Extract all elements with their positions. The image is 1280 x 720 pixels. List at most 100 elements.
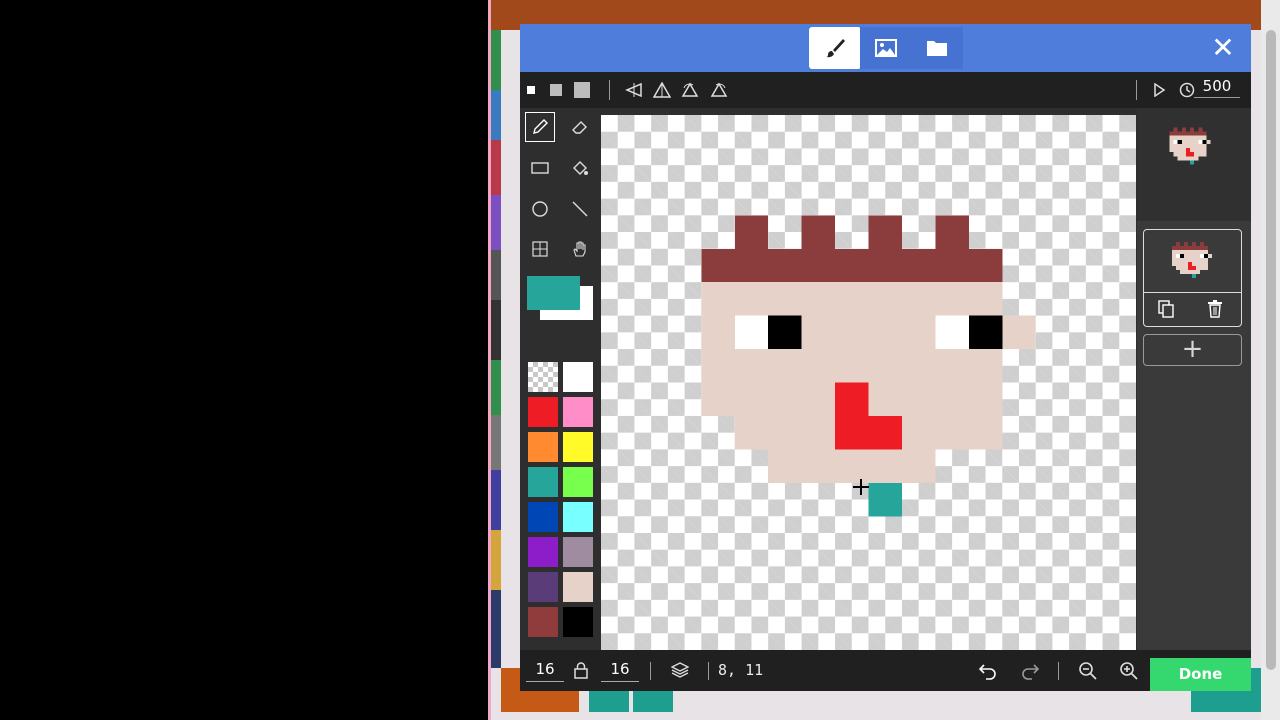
scrollbar-thumb[interactable] xyxy=(1266,30,1276,670)
tab-gallery[interactable] xyxy=(860,27,912,69)
canvas-width-input[interactable]: 16 xyxy=(526,658,564,682)
palette-swatch[interactable] xyxy=(563,502,593,532)
sprite-pixel xyxy=(1184,254,1188,258)
sprite-pixel xyxy=(1180,266,1184,270)
animation-preview xyxy=(1137,108,1251,221)
sprite-pixel xyxy=(868,415,902,450)
sprite-pixel xyxy=(1002,315,1036,350)
sprite-pixel xyxy=(1204,250,1208,254)
pan-tool[interactable] xyxy=(565,234,595,264)
primary-color[interactable] xyxy=(527,276,580,310)
sprite-pixel xyxy=(1190,156,1195,161)
copy-icon[interactable] xyxy=(1158,300,1176,318)
frame-1[interactable] xyxy=(1143,229,1242,327)
sprite-pixel xyxy=(1184,266,1188,270)
palette-swatch[interactable] xyxy=(528,467,558,497)
sprite-pixel xyxy=(801,248,836,283)
palette-swatch[interactable] xyxy=(563,607,593,637)
sprite-pixel xyxy=(1198,131,1203,136)
add-frame-button[interactable]: + xyxy=(1143,334,1242,366)
tab-assets[interactable] xyxy=(911,27,963,69)
sprite-pixel xyxy=(1184,242,1188,246)
sprite-pixel xyxy=(1185,139,1190,144)
sprite-pixel xyxy=(1198,143,1203,148)
undo-icon[interactable] xyxy=(978,661,998,681)
close-icon[interactable]: ✕ xyxy=(1208,34,1238,64)
palette-swatch[interactable] xyxy=(528,397,558,427)
editor-bottom-bar: 16 16 8, 11 Done xyxy=(520,650,1251,691)
palette-swatch[interactable] xyxy=(563,537,593,567)
sprite-pixel xyxy=(1204,246,1208,250)
sprite-pixel xyxy=(1181,135,1186,140)
palette-swatch[interactable] xyxy=(563,572,593,602)
pencil-tool[interactable] xyxy=(525,112,555,142)
sprite-pixel xyxy=(935,215,969,249)
sprite-pixel xyxy=(1202,131,1207,136)
sprite-pixel xyxy=(734,415,769,450)
palette-swatch[interactable] xyxy=(528,502,558,532)
sprite-pixel xyxy=(1185,152,1190,157)
brush-size-medium[interactable] xyxy=(545,80,567,100)
sprite-pixel xyxy=(768,382,802,416)
sprite-pixel xyxy=(1173,135,1178,140)
layers-icon[interactable] xyxy=(670,661,690,679)
rotate-ccw-icon[interactable] xyxy=(679,80,701,100)
sprite-pixel xyxy=(1185,135,1190,140)
lock-icon[interactable] xyxy=(574,662,590,680)
trash-icon[interactable] xyxy=(1207,300,1225,318)
palette-swatch[interactable] xyxy=(563,362,593,392)
palette-swatch[interactable] xyxy=(563,397,593,427)
sprite-pixel xyxy=(1192,266,1196,270)
palette-swatch[interactable] xyxy=(528,362,558,392)
sprite-pixel xyxy=(1176,258,1180,262)
sprite-pixel xyxy=(1190,135,1195,140)
sprite-pixel xyxy=(1184,258,1188,262)
frame-delay-input[interactable]: 500 xyxy=(1194,74,1240,98)
fill-tool[interactable] xyxy=(565,153,595,183)
line-tool[interactable] xyxy=(565,194,595,224)
brush-size-small[interactable] xyxy=(520,80,542,100)
sprite-pixel xyxy=(868,449,902,483)
rectangle-tool[interactable] xyxy=(525,153,555,183)
palette-swatch[interactable] xyxy=(563,467,593,497)
sprite-pixel xyxy=(835,248,869,283)
sprite-pixel xyxy=(1172,262,1176,266)
sprite-pixel xyxy=(1181,156,1186,161)
brush-size-large[interactable] xyxy=(571,80,593,100)
tab-paint[interactable] xyxy=(809,27,861,69)
zoom-in-icon[interactable] xyxy=(1119,661,1139,681)
sprite-pixel xyxy=(701,382,735,416)
rotate-cw-icon[interactable] xyxy=(708,80,730,100)
palette-swatch[interactable] xyxy=(528,432,558,462)
flip-vertical-icon[interactable] xyxy=(651,80,673,100)
sprite-pixel xyxy=(868,349,902,383)
redo-icon[interactable] xyxy=(1020,661,1040,681)
folder-icon xyxy=(927,41,947,56)
flip-horizontal-icon[interactable] xyxy=(623,80,645,100)
sprite-pixel xyxy=(1180,258,1184,262)
sprite-pixel xyxy=(1188,254,1192,258)
sprite-pixel xyxy=(1181,127,1186,132)
sprite-pixel xyxy=(835,449,869,483)
sprite-pixel xyxy=(835,349,869,383)
sprite-pixel xyxy=(1194,131,1199,136)
palette-swatch[interactable] xyxy=(563,432,593,462)
drawing-canvas[interactable] xyxy=(601,115,1136,650)
marquee-tool[interactable] xyxy=(525,234,555,264)
sprite-pixel xyxy=(1190,139,1195,144)
sprite-pixel xyxy=(901,449,936,483)
eraser-tool[interactable] xyxy=(565,112,595,142)
play-icon[interactable] xyxy=(1148,80,1170,100)
sprite-pixel xyxy=(801,382,836,416)
palette-swatch[interactable] xyxy=(528,572,558,602)
sprite-pixel xyxy=(1188,270,1192,274)
sprite-pixel xyxy=(935,282,969,316)
sprite-pixel xyxy=(901,349,936,383)
done-button[interactable]: Done xyxy=(1150,658,1251,691)
zoom-out-icon[interactable] xyxy=(1078,661,1098,681)
palette-swatch[interactable] xyxy=(528,537,558,567)
sprite-pixel xyxy=(901,382,936,416)
circle-tool[interactable] xyxy=(525,194,555,224)
palette-swatch[interactable] xyxy=(528,607,558,637)
canvas-height-input[interactable]: 16 xyxy=(601,658,639,682)
